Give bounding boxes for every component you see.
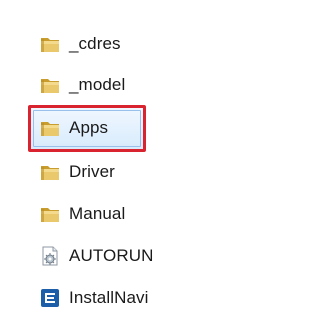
- file-label: AUTORUN: [69, 246, 154, 265]
- folder-item-cdres[interactable]: _cdres: [38, 28, 218, 60]
- folder-label: Apps: [69, 118, 109, 137]
- folder-label: _model: [69, 75, 126, 94]
- folder-icon: [38, 116, 62, 140]
- folder-item-driver[interactable]: Driver: [38, 156, 218, 188]
- file-item-autorun[interactable]: AUTORUN: [38, 240, 218, 272]
- folder-icon: [38, 202, 62, 226]
- folder-label: _cdres: [69, 34, 121, 53]
- file-explorer-list: _cdres _model Apps Driver Manual AUTORUN…: [0, 0, 249, 327]
- folder-label: Driver: [69, 162, 115, 181]
- settings-file-icon: [38, 244, 62, 268]
- folder-item-model[interactable]: _model: [38, 69, 218, 101]
- file-label: InstallNavi: [69, 288, 149, 307]
- folder-label: Manual: [69, 204, 126, 223]
- folder-icon: [38, 73, 62, 97]
- folder-icon: [38, 160, 62, 184]
- folder-item-apps[interactable]: Apps: [38, 112, 218, 144]
- folder-item-manual[interactable]: Manual: [38, 198, 218, 230]
- file-item-installnavi[interactable]: InstallNavi: [38, 282, 218, 314]
- folder-icon: [38, 32, 62, 56]
- application-icon: [38, 286, 62, 310]
